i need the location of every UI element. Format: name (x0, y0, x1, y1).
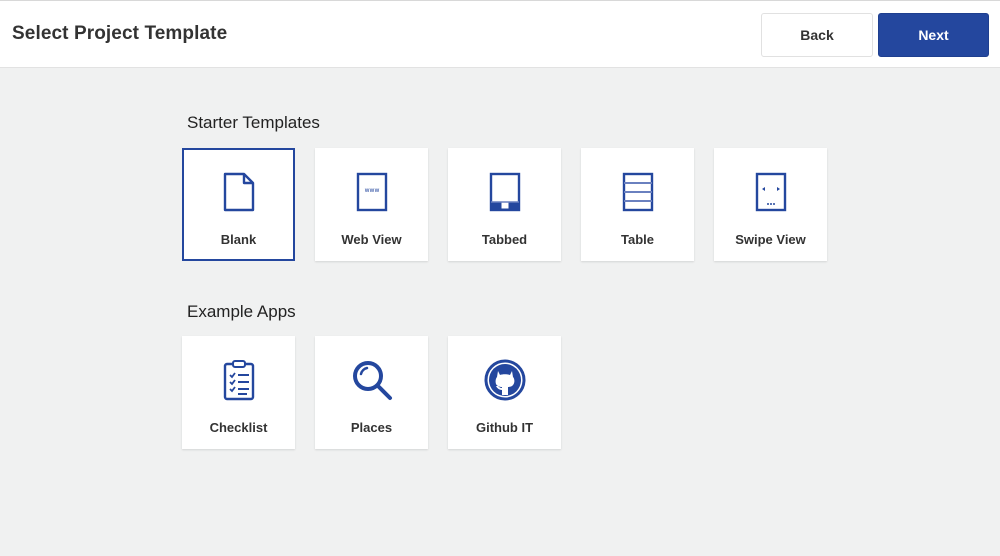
template-card-swipe-view[interactable]: Swipe View (714, 148, 827, 261)
example-apps-heading: Example Apps (187, 302, 296, 321)
example-label: Places (350, 420, 393, 435)
page-title: Select Project Template (12, 23, 228, 44)
magnifier-icon (350, 356, 394, 404)
tabbed-icon (483, 168, 527, 216)
github-icon (483, 356, 527, 404)
header-bar: Select Project Template Back Next (0, 0, 1000, 68)
table-icon (616, 168, 660, 216)
example-card-github-it[interactable]: Github IT (448, 336, 561, 449)
checklist-icon (217, 356, 261, 404)
next-button[interactable]: Next (878, 13, 989, 57)
example-card-places[interactable]: Places (315, 336, 428, 449)
template-card-blank[interactable]: Blank (182, 148, 295, 261)
example-label: Github IT (475, 420, 534, 435)
template-label: Swipe View (735, 232, 806, 247)
starter-templates-heading: Starter Templates (187, 113, 320, 132)
example-label: Checklist (209, 420, 268, 435)
template-card-tabbed[interactable]: Tabbed (448, 148, 561, 261)
blank-page-icon (217, 168, 261, 216)
template-card-web-view[interactable]: www Web View (315, 148, 428, 261)
example-card-checklist[interactable]: Checklist (182, 336, 295, 449)
template-label: Blank (220, 232, 257, 247)
www-text: www (364, 187, 379, 194)
template-label: Tabbed (481, 232, 528, 247)
template-card-table[interactable]: Table (581, 148, 694, 261)
template-label: Web View (341, 232, 402, 247)
web-view-icon: www (350, 168, 394, 216)
template-label: Table (621, 232, 654, 247)
back-button[interactable]: Back (761, 13, 873, 57)
swipe-view-icon (749, 168, 793, 216)
